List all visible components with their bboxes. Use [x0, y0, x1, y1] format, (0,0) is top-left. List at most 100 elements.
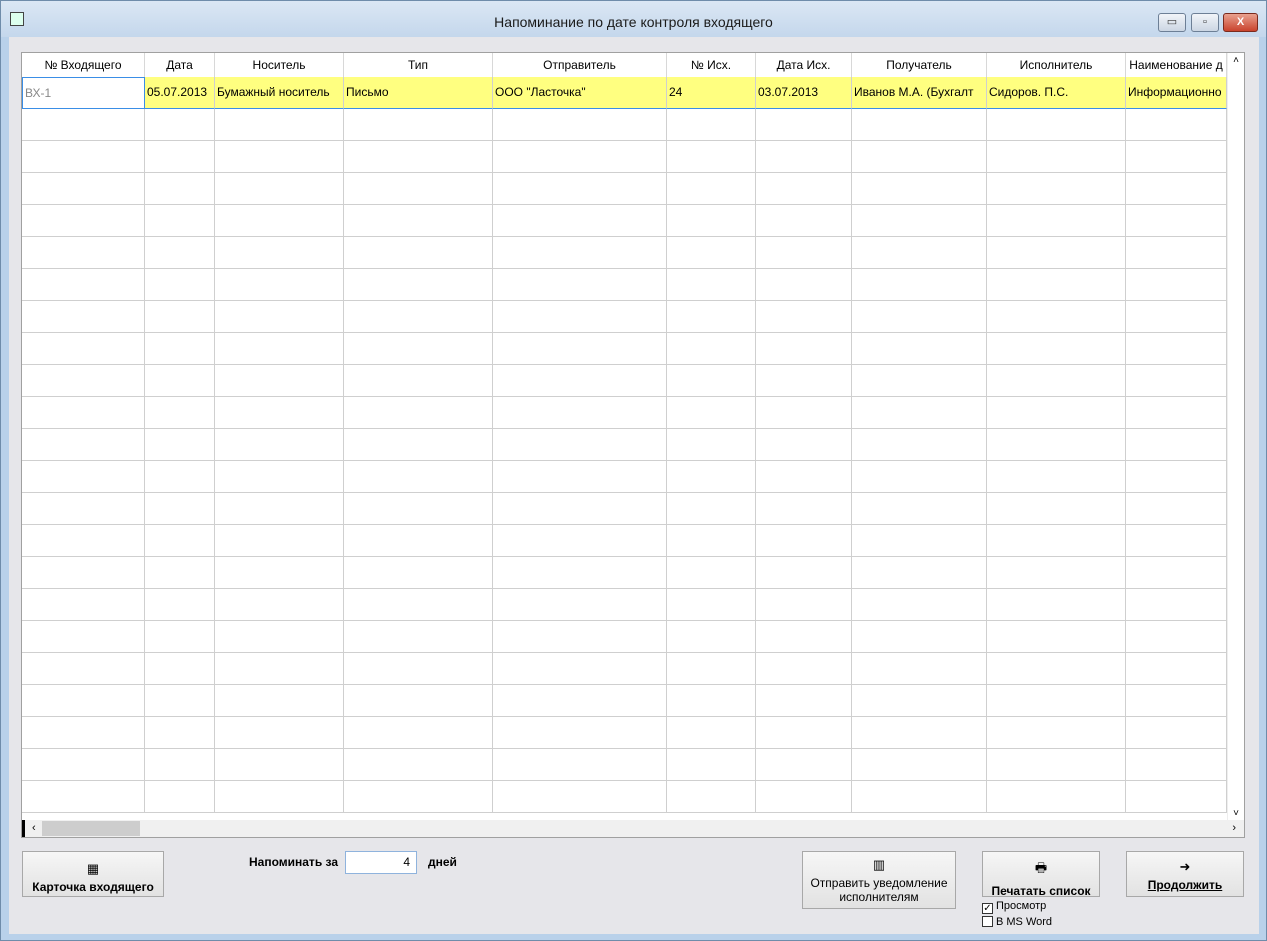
minimize-button[interactable]: ▭	[1158, 13, 1186, 32]
empty-cell[interactable]	[1126, 781, 1227, 813]
empty-cell[interactable]	[852, 333, 987, 365]
empty-cell[interactable]	[667, 237, 756, 269]
empty-cell[interactable]	[1126, 269, 1227, 301]
scroll-right-icon[interactable]: ›	[1232, 822, 1236, 834]
empty-cell[interactable]	[987, 493, 1126, 525]
empty-cell[interactable]	[344, 461, 493, 493]
print-list-button[interactable]: 🖶 Печатать список	[982, 851, 1100, 898]
empty-cell[interactable]	[667, 333, 756, 365]
continue-button[interactable]: ➜ Продолжить	[1126, 851, 1244, 897]
empty-cell[interactable]	[493, 653, 667, 685]
table-cell[interactable]: Иванов М.А. (Бухгалт	[852, 77, 987, 109]
empty-cell[interactable]	[344, 717, 493, 749]
empty-cell[interactable]	[987, 717, 1126, 749]
empty-cell[interactable]	[667, 781, 756, 813]
empty-cell[interactable]	[987, 301, 1126, 333]
empty-cell[interactable]	[756, 301, 852, 333]
column-header[interactable]: № Исх.	[667, 53, 756, 77]
empty-cell[interactable]	[756, 109, 852, 141]
msword-checkbox[interactable]: В MS Word	[982, 916, 1052, 928]
close-button[interactable]: X	[1223, 13, 1258, 32]
records-grid[interactable]: Информационно Сидоров. П.С. Иванов М.А. (Б…	[21, 52, 1245, 838]
empty-cell[interactable]	[344, 493, 493, 525]
empty-cell[interactable]	[215, 525, 344, 557]
column-header[interactable]: Получатель	[852, 53, 987, 77]
empty-cell[interactable]	[987, 365, 1126, 397]
empty-cell[interactable]	[493, 269, 667, 301]
empty-cell[interactable]	[852, 781, 987, 813]
empty-cell[interactable]	[852, 237, 987, 269]
empty-cell[interactable]	[852, 589, 987, 621]
empty-cell[interactable]	[1126, 397, 1227, 429]
empty-cell[interactable]	[852, 685, 987, 717]
empty-cell[interactable]	[215, 109, 344, 141]
empty-cell[interactable]	[852, 557, 987, 589]
empty-cell[interactable]	[493, 237, 667, 269]
empty-cell[interactable]	[145, 653, 215, 685]
empty-cell[interactable]	[1126, 141, 1227, 173]
send-notification-button[interactable]: ▥ Отправить уведомление исполнителям	[802, 851, 956, 909]
column-header[interactable]: Отправитель	[493, 53, 667, 77]
empty-cell[interactable]	[756, 717, 852, 749]
empty-cell[interactable]	[756, 365, 852, 397]
empty-cell[interactable]	[493, 141, 667, 173]
empty-cell[interactable]	[756, 141, 852, 173]
empty-cell[interactable]	[22, 557, 145, 589]
empty-cell[interactable]	[493, 781, 667, 813]
empty-cell[interactable]	[756, 685, 852, 717]
column-header[interactable]: Дата	[145, 53, 215, 77]
empty-cell[interactable]	[22, 493, 145, 525]
empty-cell[interactable]	[987, 333, 1126, 365]
empty-cell[interactable]	[493, 109, 667, 141]
empty-cell[interactable]	[852, 397, 987, 429]
column-header[interactable]: Носитель	[215, 53, 344, 77]
table-cell[interactable]: ВХ-1	[22, 77, 145, 109]
empty-cell[interactable]	[852, 109, 987, 141]
empty-cell[interactable]	[756, 653, 852, 685]
empty-cell[interactable]	[215, 397, 344, 429]
empty-cell[interactable]	[215, 781, 344, 813]
empty-cell[interactable]	[667, 109, 756, 141]
empty-cell[interactable]	[756, 589, 852, 621]
empty-cell[interactable]	[756, 173, 852, 205]
empty-cell[interactable]	[344, 109, 493, 141]
empty-cell[interactable]	[987, 653, 1126, 685]
empty-cell[interactable]	[22, 205, 145, 237]
empty-cell[interactable]	[987, 109, 1126, 141]
table-cell[interactable]: ООО "Ласточка"	[493, 77, 667, 109]
empty-cell[interactable]	[344, 557, 493, 589]
empty-cell[interactable]	[756, 781, 852, 813]
empty-cell[interactable]	[987, 749, 1126, 781]
empty-cell[interactable]	[852, 493, 987, 525]
preview-checkbox[interactable]: ✓ Просмотр	[982, 900, 1046, 914]
empty-cell[interactable]	[987, 141, 1126, 173]
empty-cell[interactable]	[22, 653, 145, 685]
empty-cell[interactable]	[215, 301, 344, 333]
empty-cell[interactable]	[145, 301, 215, 333]
table-cell[interactable]: Письмо	[344, 77, 493, 109]
empty-cell[interactable]	[344, 173, 493, 205]
empty-cell[interactable]	[667, 589, 756, 621]
empty-cell[interactable]	[493, 749, 667, 781]
empty-cell[interactable]	[493, 301, 667, 333]
empty-cell[interactable]	[215, 717, 344, 749]
empty-cell[interactable]	[493, 205, 667, 237]
empty-cell[interactable]	[145, 589, 215, 621]
empty-cell[interactable]	[1126, 685, 1227, 717]
empty-cell[interactable]	[667, 685, 756, 717]
empty-cell[interactable]	[215, 205, 344, 237]
empty-cell[interactable]	[1126, 173, 1227, 205]
empty-cell[interactable]	[145, 717, 215, 749]
empty-cell[interactable]	[1126, 525, 1227, 557]
table-cell[interactable]: Информационно	[1126, 77, 1227, 109]
empty-cell[interactable]	[493, 461, 667, 493]
empty-cell[interactable]	[145, 397, 215, 429]
scroll-up-icon[interactable]: ˄	[1228, 55, 1244, 66]
empty-cell[interactable]	[852, 365, 987, 397]
empty-cell[interactable]	[344, 301, 493, 333]
empty-cell[interactable]	[1126, 749, 1227, 781]
empty-cell[interactable]	[344, 141, 493, 173]
empty-cell[interactable]	[145, 205, 215, 237]
empty-cell[interactable]	[756, 397, 852, 429]
empty-cell[interactable]	[22, 109, 145, 141]
